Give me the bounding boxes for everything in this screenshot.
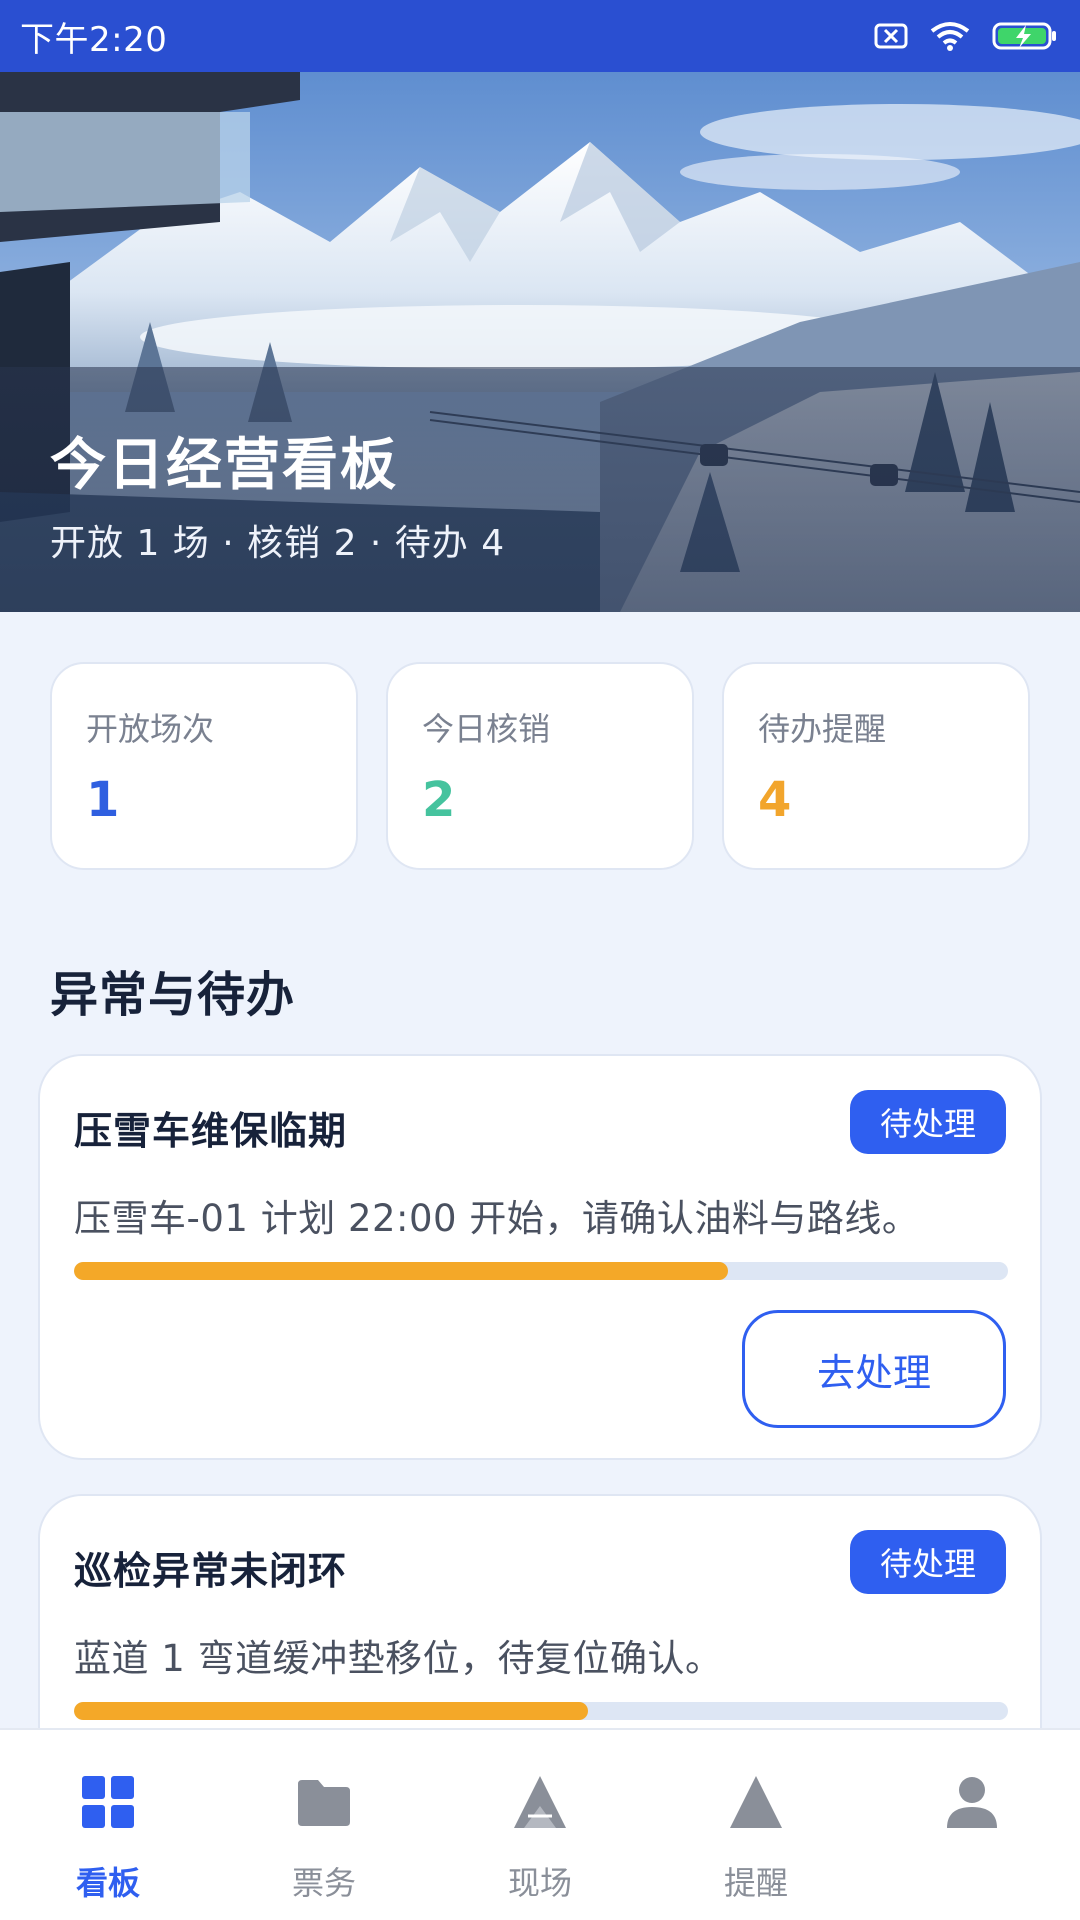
progress-fill [74,1702,588,1720]
progress-bar [74,1702,1008,1720]
nav-item-reminders[interactable]: 提醒 [648,1730,864,1920]
stat-card-today-redeemed[interactable]: 今日核销 2 [386,662,694,870]
stat-label: 开放场次 [86,710,215,748]
status-badge: 待处理 [850,1090,1006,1154]
no-sim-icon [874,23,908,49]
battery-charging-icon [992,22,1056,50]
status-bar: 下午2:20 [0,0,1080,72]
task-card[interactable]: 压雪车维保临期 待处理 压雪车-01 计划 22:00 开始，请确认油料与路线。… [38,1054,1042,1460]
ski-slope-icon [514,1776,566,1828]
nav-label: 看板 [75,1864,140,1902]
section-title: 异常与待办 [50,967,296,1023]
triangle-icon [730,1776,782,1828]
nav-item-tickets[interactable]: 票务 [216,1730,432,1920]
task-description: 蓝道 1 弯道缓冲垫移位，待复位确认。 [74,1637,723,1680]
wifi-icon [930,22,970,51]
stat-value: 4 [758,772,792,828]
stat-label: 今日核销 [422,710,551,748]
nav-item-profile[interactable] [864,1730,1080,1920]
stat-card-open-sessions[interactable]: 开放场次 1 [50,662,358,870]
task-description: 压雪车-01 计划 22:00 开始，请确认油料与路线。 [74,1197,920,1240]
status-badge: 待处理 [850,1530,1006,1594]
hero-banner: 今日经营看板 开放 1 场 · 核销 2 · 待办 4 [0,72,1080,612]
stat-value: 2 [422,772,456,828]
grid-icon [82,1776,134,1828]
status-icons [874,21,1058,51]
hero-subtitle: 开放 1 场 · 核销 2 · 待办 4 [50,523,506,564]
folder-icon [298,1780,350,1826]
nav-label: 现场 [507,1864,572,1902]
stat-value: 1 [86,772,120,828]
nav-label: 提醒 [723,1864,788,1902]
nav-item-dashboard[interactable]: 看板 [0,1730,216,1920]
status-time: 下午2:20 [20,19,168,60]
progress-fill [74,1262,728,1280]
bottom-nav: 看板 票务 现场 提醒 [0,1728,1080,1920]
page-title: 今日经营看板 [50,433,398,498]
progress-bar [74,1262,1008,1280]
screen: 下午2:20 今日经营看板 开放 1 场 · 核销 2 · 待办 4 开放场次 … [0,0,1080,1920]
stat-card-pending-reminders[interactable]: 待办提醒 4 [722,662,1030,870]
stat-label: 待办提醒 [758,710,887,748]
nav-label: 票务 [291,1864,356,1902]
task-title: 压雪车维保临期 [74,1109,348,1153]
nav-item-site[interactable]: 现场 [432,1730,648,1920]
handle-button[interactable]: 去处理 [742,1310,1006,1428]
user-icon [947,1777,997,1828]
task-title: 巡检异常未闭环 [74,1549,348,1593]
